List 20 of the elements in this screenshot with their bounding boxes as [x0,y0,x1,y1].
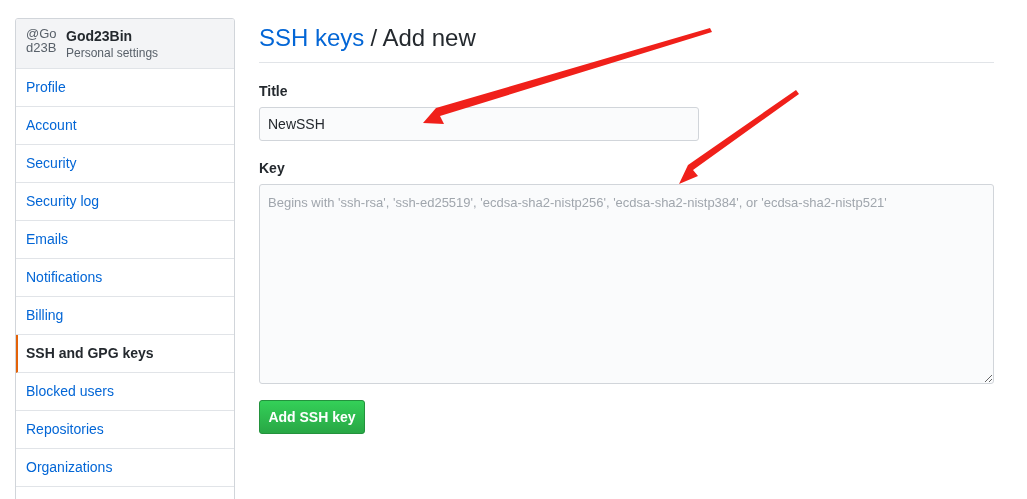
field-label: Title [259,82,289,100]
sidebar-item[interactable]: Account [16,107,234,145]
key-field[interactable]: Begins with 'ssh-rsa', 'ssh-ed25519', 'ecdsa-sha2-nistp256', 'ecdsa-sha2-nistp384', or 'ecdsa-sha2-nistp521' [259,184,994,384]
sidebar-item[interactable]: Notifications [16,259,234,297]
sidebar-item[interactable]: Organizations [16,449,234,487]
sidebar-item[interactable]: Emails [16,221,234,259]
sidebar-item[interactable]: Security log [16,183,234,221]
username: God23Bin [66,26,134,45]
field-label: Key [259,159,286,177]
breadcrumb-link[interactable]: SSH keys [259,22,365,54]
avatar-alt-text: @God23B [26,26,58,57]
sidebar-item[interactable]: Blocked users [16,373,234,411]
title-field[interactable]: NewSSH [259,107,699,141]
sidebar-item[interactable]: Profile [16,69,234,107]
sidebar-item[interactable]: Repositories [16,411,234,449]
page-heading: / Add new [370,23,476,53]
sidebar-item[interactable]: SSH and GPG keys [16,335,234,373]
subtitle: Personal settings [66,44,159,61]
sidebar-item[interactable]: Billing [16,297,234,335]
sidebar-item[interactable]: Security [16,145,234,183]
